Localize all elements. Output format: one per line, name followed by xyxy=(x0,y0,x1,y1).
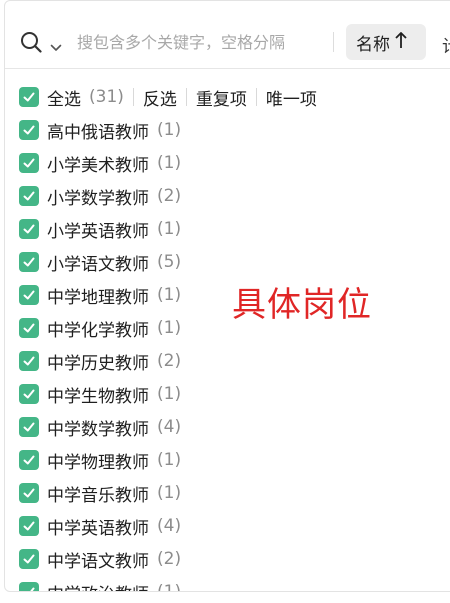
item-count: (2) xyxy=(157,351,182,371)
annotation-text: 具体岗位 xyxy=(232,285,372,325)
item-label: 中学历史教师 xyxy=(47,353,149,374)
select-all-label[interactable]: 全选 xyxy=(47,85,81,110)
item-checkbox[interactable] xyxy=(19,450,39,470)
item-label: 中学物理教师 xyxy=(47,452,149,473)
item-checkbox[interactable] xyxy=(19,417,39,437)
item-checkbox[interactable] xyxy=(19,351,39,371)
item-label: 小学语文教师 xyxy=(47,254,149,275)
item-count: (2) xyxy=(157,549,182,569)
value-list: 全选 (31) 反选 重复项 唯一项 高中俄语教师 (1) 小学美术教师 (1)… xyxy=(5,71,450,591)
list-item[interactable]: 中学数学教师 (4) xyxy=(19,412,181,442)
list-item[interactable]: 小学数学教师 (2) xyxy=(19,181,181,211)
item-checkbox[interactable] xyxy=(19,153,39,173)
search-input[interactable] xyxy=(77,27,317,57)
list-item[interactable]: 小学语文教师 (5) xyxy=(19,247,181,277)
list-item[interactable]: 中学地理教师 (1) xyxy=(19,280,181,310)
item-checkbox[interactable] xyxy=(19,120,39,140)
item-label: 小学英语教师 xyxy=(47,221,149,242)
item-checkbox[interactable] xyxy=(19,516,39,536)
item-count: (1) xyxy=(157,120,182,140)
duplicates-button[interactable]: 重复项 xyxy=(196,85,247,110)
action-divider xyxy=(132,88,134,106)
item-label: 高中俄语教师 xyxy=(47,122,149,143)
item-count: (5) xyxy=(157,252,182,272)
item-checkbox[interactable] xyxy=(19,219,39,239)
item-count: (4) xyxy=(157,516,182,536)
item-label: 中学化学教师 xyxy=(47,320,149,341)
item-label: 中学语文教师 xyxy=(47,551,149,572)
item-count: (1) xyxy=(157,483,182,503)
sort-by-count-button[interactable]: 计 xyxy=(442,32,450,57)
item-count: (1) xyxy=(157,285,182,305)
item-checkbox[interactable] xyxy=(19,384,39,404)
item-label: 中学数学教师 xyxy=(47,419,149,440)
list-item[interactable]: 高中俄语教师 (1) xyxy=(19,115,181,145)
item-label: 中学地理教师 xyxy=(47,287,149,308)
sort-button-label: 名称 xyxy=(356,34,390,55)
item-count: (4) xyxy=(157,417,182,437)
search-icon[interactable] xyxy=(20,31,42,53)
item-label: 中学音乐教师 xyxy=(47,485,149,506)
item-checkbox[interactable] xyxy=(19,549,39,569)
item-checkbox[interactable] xyxy=(19,582,39,591)
item-checkbox[interactable] xyxy=(19,285,39,305)
item-checkbox[interactable] xyxy=(19,318,39,338)
list-item[interactable]: 小学美术教师 (1) xyxy=(19,148,181,178)
item-count: (1) xyxy=(157,384,182,404)
select-all-checkbox[interactable] xyxy=(19,87,39,107)
item-checkbox[interactable] xyxy=(19,186,39,206)
item-label: 中学英语教师 xyxy=(47,518,149,539)
item-count: (1) xyxy=(157,318,182,338)
list-item[interactable]: 小学英语教师 (1) xyxy=(19,214,181,244)
item-checkbox[interactable] xyxy=(19,252,39,272)
item-count: (1) xyxy=(157,153,182,173)
list-item[interactable]: 中学语文教师 (2) xyxy=(19,544,181,574)
sort-by-name-button[interactable]: 名称 xyxy=(346,24,426,60)
item-label: 小学数学教师 xyxy=(47,188,149,209)
invert-selection-button[interactable]: 反选 xyxy=(143,85,177,110)
list-item[interactable]: 中学化学教师 (1) xyxy=(19,313,181,343)
unique-button[interactable]: 唯一项 xyxy=(266,85,317,110)
list-item[interactable]: 中学生物教师 (1) xyxy=(19,379,181,409)
list-item[interactable]: 中学英语教师 (4) xyxy=(19,511,181,541)
action-divider xyxy=(255,88,257,106)
list-item[interactable]: 中学物理教师 (1) xyxy=(19,445,181,475)
item-label: 中学政治教师 xyxy=(47,580,149,592)
list-item[interactable]: 中学历史教师 (2) xyxy=(19,346,181,376)
filter-toolbar: 名称 计 xyxy=(5,1,450,69)
item-checkbox[interactable] xyxy=(19,483,39,503)
action-divider xyxy=(185,88,187,106)
chevron-down-icon[interactable] xyxy=(50,37,62,51)
list-item[interactable]: 中学音乐教师 (1) xyxy=(19,478,181,508)
item-count: (1) xyxy=(157,450,182,470)
filter-panel: 名称 计 全选 (31) 反选 重复项 唯一项 高中俄语教师 (1) xyxy=(4,0,450,592)
toolbar-divider xyxy=(333,32,334,52)
item-count: (2) xyxy=(157,186,182,206)
item-count: (1) xyxy=(157,582,181,591)
arrow-up-icon xyxy=(395,31,407,53)
item-count: (1) xyxy=(157,219,182,239)
item-label: 中学生物教师 xyxy=(47,386,149,407)
item-label: 小学美术教师 xyxy=(47,155,149,176)
list-item[interactable]: 中学政治教师 (1) xyxy=(19,577,181,591)
select-all-row: 全选 (31) 反选 重复项 唯一项 xyxy=(19,82,317,112)
select-all-count: (31) xyxy=(89,87,124,107)
